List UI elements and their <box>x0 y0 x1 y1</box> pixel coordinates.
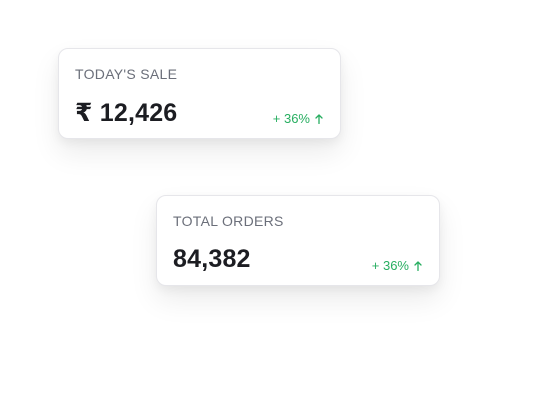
orders-change-badge: + 36% <box>372 258 422 273</box>
todays-sale-card: TODAY'S SALE ₹ 12,426 + 36% <box>58 48 341 139</box>
stats-canvas: TODAY'S SALE ₹ 12,426 + 36% TOTAL ORDERS… <box>0 0 543 408</box>
orders-count: 84,382 <box>173 245 251 273</box>
arrow-up-icon <box>414 260 422 271</box>
card-title: TOTAL ORDERS <box>173 213 284 229</box>
total-orders-card: TOTAL ORDERS 84,382 + 36% <box>156 195 440 286</box>
card-title: TODAY'S SALE <box>75 66 178 82</box>
change-percent: + 36% <box>272 111 310 126</box>
arrow-up-icon <box>315 113 323 124</box>
change-percent: + 36% <box>371 258 409 273</box>
sale-amount: ₹ 12,426 <box>75 99 178 127</box>
sale-change-badge: + 36% <box>273 111 323 126</box>
